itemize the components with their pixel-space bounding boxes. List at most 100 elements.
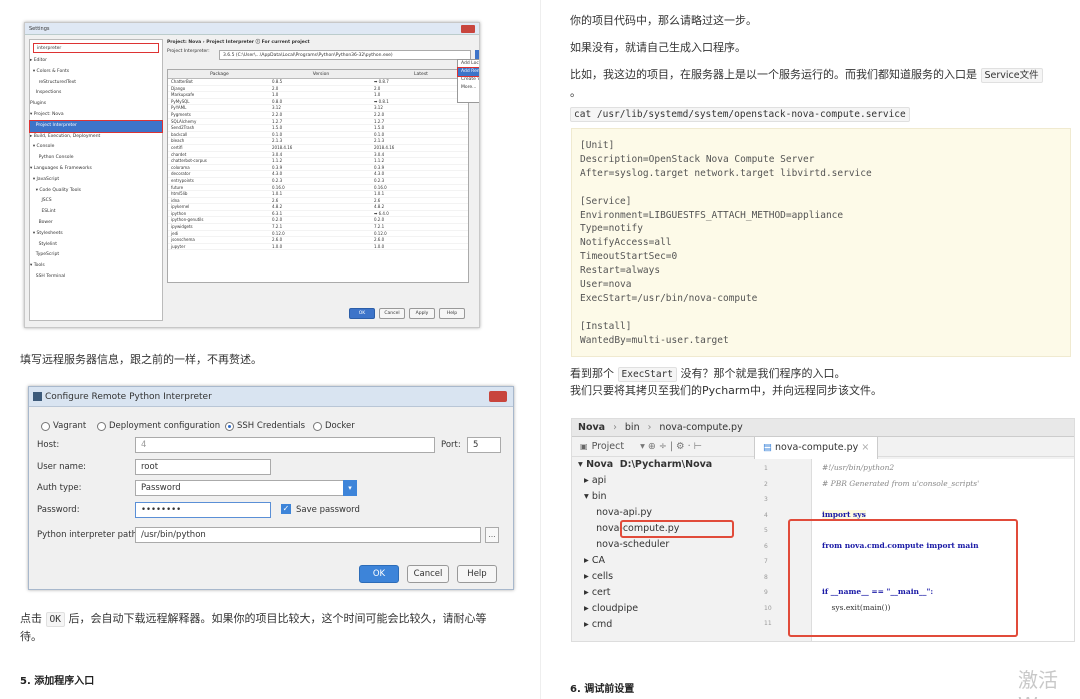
radio-option[interactable]: Docker: [313, 421, 355, 431]
radio-button[interactable]: [41, 421, 50, 431]
breadcrumb-item[interactable]: Nova: [578, 422, 605, 433]
line-number: 5: [764, 527, 768, 534]
column-header[interactable]: Latest: [370, 70, 468, 78]
settings-tree-item[interactable]: ▾ JavaScript: [30, 175, 162, 186]
table-cell: 0.16.0: [271, 184, 285, 190]
paragraph-ok-a: 点击: [20, 612, 42, 625]
browse-button[interactable]: …: [485, 527, 499, 543]
close-icon[interactable]: [461, 25, 475, 33]
column-divider: [540, 0, 541, 699]
project-tree-item[interactable]: ▸ api: [572, 473, 750, 489]
project-tree-item[interactable]: ▸ cmd: [572, 617, 750, 633]
project-tree-item[interactable]: nova-api.py: [572, 505, 750, 521]
settings-tree-item[interactable]: ▾ Project: Nova: [30, 110, 162, 121]
project-tree-item[interactable]: ▸ cloudpipe: [572, 601, 750, 617]
column-header[interactable]: Package: [168, 70, 268, 78]
radio-button[interactable]: [97, 421, 106, 431]
project-tree-item[interactable]: ▾ Nova D:\Pycharm\Nova: [572, 457, 750, 473]
settings-tree-item[interactable]: Stylelint: [30, 240, 162, 251]
save-password-checkbox[interactable]: ✓: [281, 504, 291, 514]
ok-button[interactable]: OK: [359, 565, 399, 583]
activation-watermark: 激活 W: [1018, 668, 1058, 699]
settings-tree-item[interactable]: ▸ Build, Execution, Deployment: [30, 132, 162, 143]
settings-tree-item[interactable]: ▾ Code Quality Tools: [30, 186, 162, 197]
settings-tree-item[interactable]: Bower: [30, 218, 162, 229]
settings-tree-item[interactable]: ESLint: [30, 207, 162, 218]
settings-tree-item[interactable]: reStructuredText: [30, 78, 162, 89]
paragraph-remote-info: 填写远程服务器信息，跟之前的一样，不再赘述。: [20, 353, 262, 366]
chevron-down-icon[interactable]: ▾: [343, 480, 357, 496]
table-cell: 2018.4.16: [271, 144, 293, 150]
project-tree-item[interactable]: ▸ cells: [572, 569, 750, 585]
table-cell: jupyter: [171, 243, 186, 249]
radio-option[interactable]: Vagrant: [41, 421, 86, 431]
breadcrumb-item[interactable]: nova-compute.py: [659, 422, 742, 433]
dialog-button[interactable]: OK: [349, 308, 375, 319]
column-header[interactable]: Version: [268, 70, 370, 78]
table-cell: 0.3.9: [373, 164, 385, 170]
table-cell: 0.12.0: [373, 230, 387, 236]
settings-tree-item[interactable]: TypeScript: [30, 250, 162, 261]
settings-tree-item[interactable]: Python Console: [30, 153, 162, 164]
table-cell: jedi: [171, 230, 179, 236]
menu-item[interactable]: Add Local: [458, 60, 479, 68]
cancel-button[interactable]: Cancel: [407, 565, 449, 583]
radio-label: Vagrant: [53, 421, 87, 431]
menu-item[interactable]: More...: [458, 84, 479, 92]
menu-item[interactable]: Create VirtualEnv: [458, 76, 479, 84]
settings-tree-item[interactable]: ▾ Console: [30, 142, 162, 153]
settings-tree-item[interactable]: ▸ Editor: [30, 56, 162, 67]
settings-tree-item[interactable]: ▾ Colors & Fonts: [30, 67, 162, 78]
remote-title: Configure Remote Python Interpreter: [45, 391, 212, 402]
dialog-button[interactable]: Help: [439, 308, 465, 319]
settings-search-input[interactable]: interpreter: [33, 43, 159, 53]
table-cell: ➡ 0.8.1: [373, 98, 389, 104]
host-input[interactable]: 4: [135, 437, 435, 453]
table-cell: ipython: [171, 210, 187, 216]
package-table: Package Version Latest ChatterBot 0.8.5 ➡ 0.…: [167, 69, 469, 283]
radio-option[interactable]: SSH Credentials: [225, 421, 305, 431]
package-table-header: Package Version Latest: [168, 70, 468, 79]
radio-option[interactable]: Deployment configuration: [97, 421, 220, 431]
path-input[interactable]: /usr/bin/python: [135, 527, 481, 543]
settings-tree-item[interactable]: Project Interpreter: [29, 119, 163, 133]
table-row: PyMySQL 0.8.0 ➡ 0.8.1: [168, 99, 468, 106]
breadcrumb-item[interactable]: bin: [625, 422, 640, 433]
settings-icon[interactable]: ▾ ⊕ ÷ | ⚙ · ⊢: [640, 441, 702, 452]
project-tree-item[interactable]: nova-scheduler: [572, 537, 750, 553]
settings-tree-item[interactable]: ▾ Stylesheets: [30, 229, 162, 240]
settings-tree-item[interactable]: ▾ Tools: [30, 261, 162, 272]
table-cell: 2.2.0: [271, 111, 283, 117]
dialog-button[interactable]: Apply: [409, 308, 435, 319]
remote-titlebar: Configure Remote Python Interpreter: [29, 387, 513, 407]
project-tree-item[interactable]: ▸ cert: [572, 585, 750, 601]
settings-tree-item[interactable]: SSH Terminal: [30, 272, 162, 283]
table-row: jupyter 1.0.0 1.0.0: [168, 244, 468, 251]
close-tab-icon[interactable]: ×: [858, 442, 869, 453]
python-file-icon: ▤: [763, 442, 775, 453]
close-icon[interactable]: [489, 391, 507, 402]
table-cell: 1.5.0: [373, 125, 385, 131]
table-cell: 3.0.4: [373, 151, 385, 157]
table-cell: 0.2.0: [373, 217, 385, 223]
interpreter-select[interactable]: 3.6.5 (C:\User\...\AppData\Local\Program…: [219, 50, 471, 60]
settings-tree-item[interactable]: ▾ Languages & Frameworks: [30, 164, 162, 175]
editor-tab[interactable]: ▤ nova-compute.py ×: [754, 437, 879, 459]
radio-button[interactable]: [225, 421, 234, 431]
radio-button[interactable]: [313, 421, 322, 431]
settings-tree-item[interactable]: Plugins: [30, 99, 162, 110]
menu-item[interactable]: Add Remote: [457, 67, 479, 77]
settings-tree-item[interactable]: JSCS: [30, 196, 162, 207]
project-tree-item[interactable]: ▾ bin: [572, 489, 750, 505]
table-cell: 4.3.0: [373, 171, 385, 177]
dialog-button[interactable]: Cancel: [379, 308, 405, 319]
password-input[interactable]: ••••••••: [135, 502, 271, 518]
auth-select[interactable]: Password: [135, 480, 357, 496]
user-input[interactable]: root: [135, 459, 271, 475]
table-row: html5lib 1.0.1 1.0.1: [168, 191, 468, 198]
help-button[interactable]: Help: [457, 565, 497, 583]
settings-tree-item[interactable]: Inspections: [30, 88, 162, 99]
project-tree-item[interactable]: ▸ CA: [572, 553, 750, 569]
port-input[interactable]: 5: [467, 437, 501, 453]
table-cell: 1.0.1: [271, 191, 283, 197]
